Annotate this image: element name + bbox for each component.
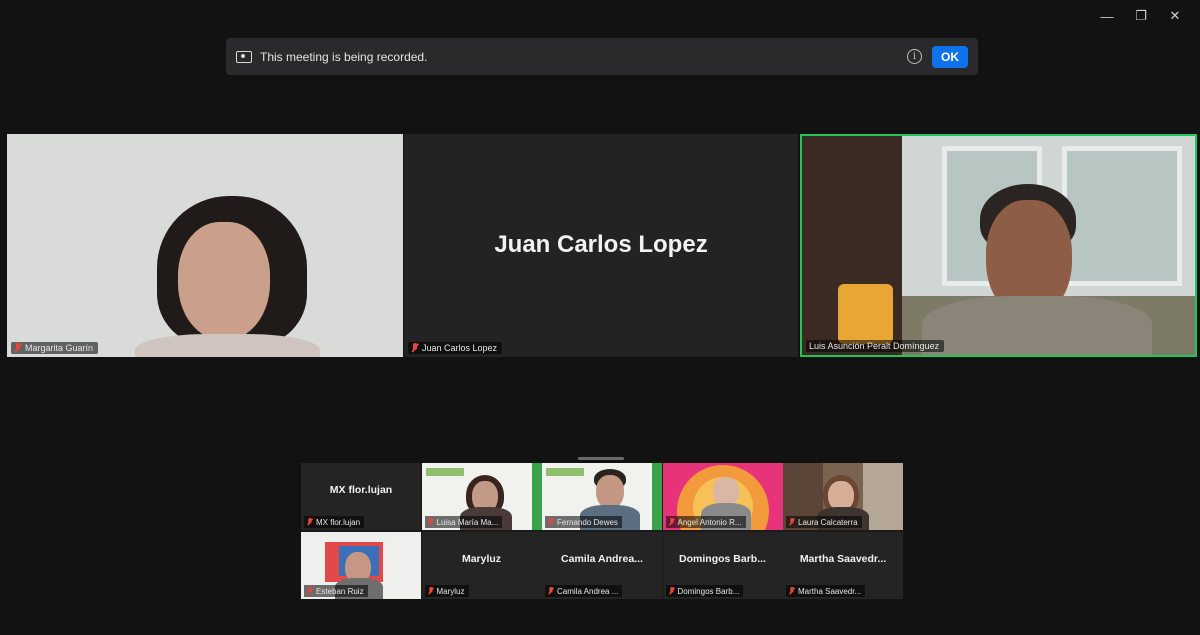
gallery-tile[interactable]: Esteban Ruiz [301,532,421,599]
participant-name: Angel Antonio R... [677,517,742,527]
participant-name: Juan Carlos Lopez [422,343,498,353]
participant-name-tag: Margarita Guarín [11,342,99,354]
participant-name-tag: Maryluz [424,585,469,597]
participant-name: Camila Andrea ... [557,586,619,596]
gallery-tile[interactable]: Camila Andrea... Camila Andrea ... [542,532,662,599]
gallery-tile[interactable]: Domingos Barb... Domingos Barb... [662,532,783,599]
recording-icon [236,50,252,63]
gallery-tile[interactable]: Martha Saavedr... Martha Saavedr... [783,532,903,599]
participant-name: Esteban Ruiz [316,586,364,596]
participant-name-tag: Luis Asunción Peralt Domínguez [806,340,945,352]
participant-name-tag: Domingos Barb... [665,585,744,597]
window-controls: — ❐ ✕ [1090,6,1192,26]
gallery-tile[interactable]: Angel Antonio R... [662,463,783,530]
mic-muted-icon [411,343,418,353]
close-button[interactable]: ✕ [1158,6,1192,26]
ok-button[interactable]: OK [932,45,968,68]
gallery-strip: MX flor.lujan MX flor.lujan Luisa María … [301,463,903,599]
participant-name-tag: Juan Carlos Lopez [408,342,503,354]
video-tile-main-2[interactable]: Juan Carlos Lopez Juan Carlos Lopez [404,134,798,357]
restore-button[interactable]: ❐ [1124,6,1158,26]
mic-muted-icon [668,518,674,526]
participant-name: Margarita Guarín [25,343,94,353]
gallery-resize-handle[interactable] [578,457,624,460]
mic-muted-icon [548,518,554,526]
mic-muted-icon [548,587,554,595]
participant-name: Luisa María Ma... [436,517,499,527]
gallery-tile[interactable]: Maryluz Maryluz [421,532,542,599]
mic-muted-icon [307,587,313,595]
participant-name: Luis Asunción Peralt Domínguez [809,341,940,351]
video-tile-main-1[interactable]: Margarita Guarín [7,134,403,357]
participant-display-name: Juan Carlos Lopez [494,230,708,258]
mic-muted-icon [14,343,21,353]
participant-name-tag: Laura Calcaterra [786,516,862,528]
mic-muted-icon [789,518,795,526]
participant-name: Laura Calcaterra [798,517,858,527]
participant-name-tag: Camila Andrea ... [545,585,623,597]
gallery-tile[interactable]: Luisa María Ma... [421,463,542,530]
participant-video [802,136,1195,355]
video-tile-main-3-active-speaker[interactable]: Luis Asunción Peralt Domínguez [800,134,1197,357]
mic-muted-icon [307,518,313,526]
gallery-tile[interactable]: MX flor.lujan MX flor.lujan [301,463,421,530]
recording-message: This meeting is being recorded. [260,49,428,64]
gallery-tile[interactable]: Laura Calcaterra [783,463,903,530]
participant-name: Fernando Dewes [557,517,618,527]
mic-muted-icon [668,587,674,595]
participant-name-tag: Angel Antonio R... [665,516,746,528]
participant-name: Maryluz [436,586,465,596]
mic-muted-icon [789,587,795,595]
participant-name-tag: Martha Saavedr... [786,585,866,597]
participant-name: MX flor.lujan [316,517,361,527]
participant-name-tag: MX flor.lujan [304,516,365,528]
mic-muted-icon [427,518,433,526]
participant-name: Martha Saavedr... [798,586,862,596]
gallery-tile[interactable]: Fernando Dewes [542,463,662,530]
participant-name: Domingos Barb... [677,586,740,596]
participant-name-tag: Luisa María Ma... [424,516,503,528]
participant-name-tag: Esteban Ruiz [304,585,368,597]
info-icon[interactable]: i [907,49,922,64]
minimize-button[interactable]: — [1090,6,1124,26]
participant-name-tag: Fernando Dewes [545,516,622,528]
recording-banner: This meeting is being recorded. i OK [226,38,978,75]
mic-muted-icon [427,587,433,595]
participant-video [7,134,403,357]
